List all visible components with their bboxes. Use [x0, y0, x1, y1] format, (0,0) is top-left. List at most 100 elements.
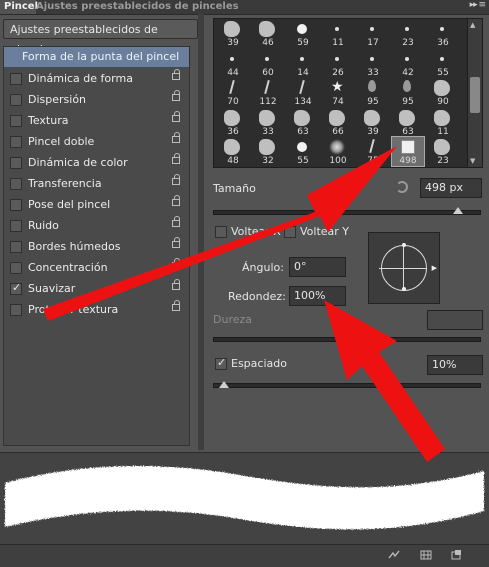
lock-icon[interactable] [172, 111, 180, 122]
spacing-slider[interactable] [213, 383, 481, 388]
option-checkbox[interactable] [10, 262, 22, 274]
brush-tip-cell[interactable]: 46 [252, 19, 284, 48]
brush-option-row[interactable]: Concentración [4, 258, 189, 278]
brush-tip-cell[interactable]: 95 [357, 78, 389, 107]
brush-tip-cell[interactable]: 48 [217, 137, 249, 166]
option-checkbox[interactable] [10, 157, 22, 169]
option-checkbox[interactable] [10, 94, 22, 106]
new-brush-preset-icon[interactable] [450, 550, 462, 560]
brush-tip-cell[interactable]: 23 [392, 19, 424, 48]
brush-tip-cell[interactable]: 498 [391, 136, 425, 167]
dial-handle-top[interactable] [402, 243, 406, 247]
brush-tip-cell[interactable]: 75 [357, 137, 389, 166]
option-checkbox[interactable] [10, 241, 22, 253]
brush-option-row[interactable]: Proteger textura [4, 300, 189, 320]
size-slider[interactable] [213, 210, 481, 215]
reset-size-icon[interactable] [396, 181, 408, 193]
panel-menu-icon[interactable]: ▸▸ ≡ [470, 0, 486, 10]
lock-icon[interactable] [172, 174, 180, 185]
brush-tip-cell[interactable]: 55 [287, 137, 319, 166]
option-checkbox[interactable] [10, 220, 22, 232]
brush-tip-cell[interactable]: ★ 74 [322, 78, 354, 107]
brush-tip-cell[interactable]: 39 [217, 19, 249, 48]
brush-tip-cell[interactable]: 55 [427, 49, 459, 78]
angle-roundness-dial[interactable]: ▶ [368, 232, 440, 304]
brush-tip-cell[interactable]: 39 [357, 108, 389, 137]
scroll-down-icon[interactable]: ▼ [470, 157, 475, 165]
brush-tip-cell[interactable]: 90 [427, 78, 459, 107]
brush-option-row[interactable]: Dinámica de color [4, 153, 189, 173]
brush-tip-cell[interactable]: 11 [322, 19, 354, 48]
brush-option-row[interactable]: Dispersión [4, 90, 189, 110]
dial-handle-bottom[interactable] [402, 287, 406, 291]
brush-tip-cell[interactable]: 60 [252, 49, 284, 78]
option-checkbox[interactable] [10, 199, 22, 211]
flip-x-checkbox[interactable] [215, 226, 227, 238]
scroll-up-icon[interactable]: ▲ [470, 21, 475, 29]
lock-icon[interactable] [172, 258, 180, 269]
brush-tip-cell[interactable]: 26 [322, 49, 354, 78]
lock-icon[interactable] [172, 69, 180, 80]
brush-tip-cell[interactable]: 36 [217, 108, 249, 137]
lock-icon[interactable] [172, 237, 180, 248]
lock-icon[interactable] [172, 153, 180, 164]
lock-icon[interactable] [172, 279, 180, 290]
option-checkbox[interactable] [10, 136, 22, 148]
lock-icon[interactable] [172, 90, 180, 101]
brush-tip-shape-item[interactable]: Forma de la punta del pincel [4, 47, 189, 68]
scrollbar-thumb[interactable] [470, 77, 480, 113]
brush-tip-cell[interactable]: 134 [287, 78, 319, 107]
brush-option-row[interactable]: Ruido [4, 216, 189, 236]
brush-option-row[interactable]: Textura [4, 111, 189, 131]
brush-option-row[interactable]: Dinámica de forma [4, 69, 189, 89]
brush-option-row[interactable]: Suavizar [4, 279, 189, 299]
brush-option-row[interactable]: Pincel doble [4, 132, 189, 152]
lock-icon[interactable] [172, 132, 180, 143]
toggle-live-tip-icon[interactable] [388, 550, 400, 560]
brush-tip-cell[interactable]: 23 [427, 137, 459, 166]
tab-pincel[interactable]: Pincel [0, 0, 38, 14]
brush-tip-cell[interactable]: 33 [357, 49, 389, 78]
grid-scrollbar[interactable]: ▲ ▼ [467, 18, 483, 168]
brush-grid-icon[interactable] [420, 550, 432, 560]
brush-tip-cell[interactable]: 63 [392, 108, 424, 137]
brush-tip-cell[interactable]: 63 [287, 108, 319, 137]
flip-y-checkbox[interactable] [284, 226, 296, 238]
option-checkbox[interactable] [10, 178, 22, 190]
brush-tip-cell[interactable]: 95 [392, 78, 424, 107]
brush-tip-cell[interactable]: 44 [217, 49, 249, 78]
brush-option-row[interactable]: Pose del pincel [4, 195, 189, 215]
brush-option-row[interactable]: Bordes húmedos [4, 237, 189, 257]
brush-presets-button[interactable]: Ajustes preestablecidos de pinceles [3, 19, 198, 56]
angle-input[interactable]: 0° [289, 257, 346, 277]
option-checkbox[interactable] [10, 281, 22, 295]
brush-tip-cell[interactable]: 100 [322, 137, 354, 166]
brush-tip-cell[interactable]: 33 [252, 108, 284, 137]
size-slider-knob[interactable] [452, 207, 463, 214]
spacing-input[interactable]: 10% [427, 355, 483, 375]
spacing-slider-knob[interactable] [218, 381, 229, 388]
option-checkbox[interactable] [10, 73, 22, 85]
option-checkbox[interactable] [10, 115, 22, 127]
brush-tip-cell[interactable]: 36 [427, 19, 459, 48]
brush-tip-cell[interactable]: 11 [427, 108, 459, 137]
brush-tip-cell[interactable]: 32 [252, 137, 284, 166]
brush-tip-cell[interactable]: 42 [392, 49, 424, 78]
brush-tip-cell[interactable]: 112 [252, 78, 284, 107]
brush-tip-cell[interactable]: 14 [287, 49, 319, 78]
brush-tip-cell[interactable]: 66 [322, 108, 354, 137]
roundness-input[interactable]: 100% [289, 286, 346, 306]
brush-tip-cell[interactable]: 17 [357, 19, 389, 48]
size-input[interactable]: 498 px [420, 178, 482, 198]
option-checkbox[interactable] [10, 304, 22, 316]
spacing-checkbox[interactable] [215, 356, 227, 370]
tab-brush-presets[interactable]: Ajustes preestablecidos de pinceles [32, 0, 243, 14]
brush-tip-grid[interactable]: 39 46 59 11 17 23 36 44 60 14 26 33 42 55 70 112 134 ★ 74 9… [213, 18, 470, 168]
lock-icon[interactable] [172, 300, 180, 311]
brush-tip-cell[interactable]: 59 [287, 19, 319, 48]
brush-tip-cell[interactable]: 70 [217, 78, 249, 107]
angle-label: Ángulo: [242, 261, 284, 274]
lock-icon[interactable] [172, 216, 180, 227]
brush-option-row[interactable]: Transferencia [4, 174, 189, 194]
lock-icon[interactable] [172, 195, 180, 206]
